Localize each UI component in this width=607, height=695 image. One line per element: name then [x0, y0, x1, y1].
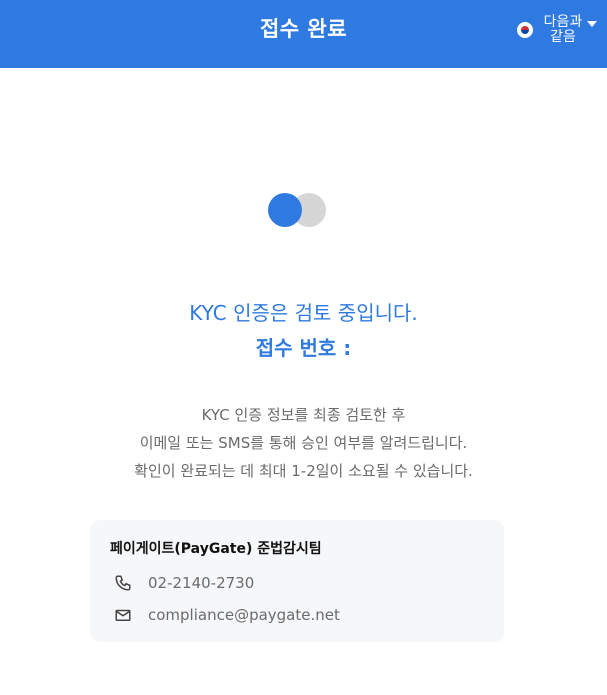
contact-phone-row: 02-2140-2730: [114, 572, 254, 594]
contact-email-row: compliance@paygate.net: [114, 604, 340, 626]
contact-phone[interactable]: 02-2140-2730: [148, 574, 254, 592]
contact-card: 페이게이트(PayGate) 준법감시팀 02-2140-2730 compli…: [90, 520, 504, 642]
app-header: 접수 완료 다음과 같음: [0, 0, 607, 68]
description-line: KYC 인증 정보를 최종 검토한 후: [201, 406, 406, 424]
page-title: 접수 완료: [259, 17, 348, 41]
loader-dot-blue: [268, 193, 302, 227]
caret-down-icon: [587, 21, 597, 27]
language-label: 다음과 같음: [543, 14, 583, 45]
description-text: KYC 인증 정보를 최종 검토한 후 이메일 또는 SMS를 통해 승인 여부…: [0, 401, 607, 485]
korea-flag-icon: [517, 22, 533, 38]
contact-title: 페이게이트(PayGate) 준법감시팀: [110, 541, 322, 557]
contact-email[interactable]: compliance@paygate.net: [148, 606, 340, 624]
phone-icon: [115, 575, 131, 591]
mail-icon: [115, 609, 131, 621]
loading-indicator: [268, 193, 328, 227]
status-message: KYC 인증은 검토 중입니다.: [189, 301, 418, 325]
description-line: 이메일 또는 SMS를 통해 승인 여부를 알려드립니다.: [139, 434, 468, 452]
description-line: 확인이 완료되는 데 최대 1-2일이 소요될 수 있습니다.: [134, 462, 473, 480]
receipt-number-label: 접수 번호 :: [255, 336, 352, 360]
language-selector[interactable]: 다음과 같음: [517, 10, 597, 50]
